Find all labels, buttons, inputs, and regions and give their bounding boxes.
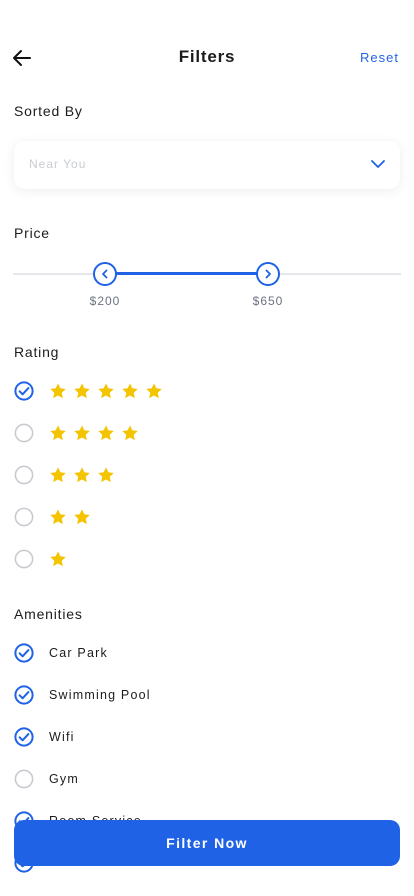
- star-icon: [98, 467, 114, 483]
- checked-circle-icon[interactable]: [14, 727, 34, 747]
- amenity-label: Car Park: [49, 646, 108, 660]
- rating-option-1[interactable]: [14, 549, 314, 573]
- unchecked-circle-icon[interactable]: [14, 549, 34, 569]
- star-icon: [146, 383, 162, 399]
- amenities-heading: Amenities: [14, 606, 83, 622]
- star-icon: [50, 383, 66, 399]
- star-icon: [122, 383, 138, 399]
- unchecked-circle-icon[interactable]: [14, 423, 34, 443]
- page-title: Filters: [178, 47, 236, 66]
- star-icon: [98, 425, 114, 441]
- rating-option-3[interactable]: [14, 465, 314, 489]
- star-icon: [50, 425, 66, 441]
- unchecked-circle-icon[interactable]: [14, 769, 34, 789]
- rating-option-4[interactable]: [14, 423, 314, 447]
- rating-option-5[interactable]: [14, 381, 314, 405]
- checked-circle-icon[interactable]: [14, 685, 34, 705]
- star-icon: [74, 425, 90, 441]
- filter-now-button[interactable]: Filter Now: [14, 820, 400, 866]
- rating-option-2[interactable]: [14, 507, 314, 531]
- star-icon: [50, 551, 66, 567]
- filters-screen: Filters Reset Sorted By Near You Price $…: [0, 0, 414, 896]
- price-min-handle[interactable]: [93, 262, 117, 286]
- unchecked-circle-icon[interactable]: [14, 465, 34, 485]
- rating-heading: Rating: [14, 344, 60, 360]
- price-heading: Price: [14, 225, 50, 241]
- header: Filters Reset: [0, 38, 414, 78]
- price-range-slider[interactable]: $200 $650: [13, 262, 401, 310]
- reset-button[interactable]: Reset: [360, 50, 399, 65]
- amenity-option[interactable]: Swimming Pool: [14, 685, 314, 709]
- amenity-option[interactable]: Wifi: [14, 727, 314, 751]
- star-rating: [49, 550, 67, 568]
- price-max-handle[interactable]: [256, 262, 280, 286]
- amenity-label: Wifi: [49, 730, 75, 744]
- checked-circle-icon[interactable]: [14, 381, 34, 401]
- star-icon: [74, 509, 90, 525]
- sort-select[interactable]: Near You: [14, 141, 400, 189]
- star-rating: [49, 382, 163, 400]
- amenity-label: Swimming Pool: [49, 688, 151, 702]
- star-icon: [74, 383, 90, 399]
- unchecked-circle-icon[interactable]: [14, 507, 34, 527]
- chevron-right-icon: [265, 269, 271, 279]
- amenity-option[interactable]: Car Park: [14, 643, 314, 667]
- star-icon: [122, 425, 138, 441]
- amenity-option[interactable]: Gym: [14, 769, 314, 793]
- star-icon: [50, 509, 66, 525]
- star-rating: [49, 424, 139, 442]
- star-rating: [49, 466, 115, 484]
- chevron-left-icon: [102, 269, 108, 279]
- price-min-label: $200: [89, 294, 121, 308]
- chevron-down-icon: [371, 160, 385, 168]
- star-rating: [49, 508, 91, 526]
- star-icon: [98, 383, 114, 399]
- slider-active-range: [105, 272, 268, 275]
- price-max-label: $650: [252, 294, 284, 308]
- sort-select-value: Near You: [29, 157, 87, 171]
- checked-circle-icon[interactable]: [14, 643, 34, 663]
- amenity-label: Gym: [49, 772, 79, 786]
- star-icon: [50, 467, 66, 483]
- star-icon: [74, 467, 90, 483]
- sorted-by-heading: Sorted By: [14, 103, 83, 119]
